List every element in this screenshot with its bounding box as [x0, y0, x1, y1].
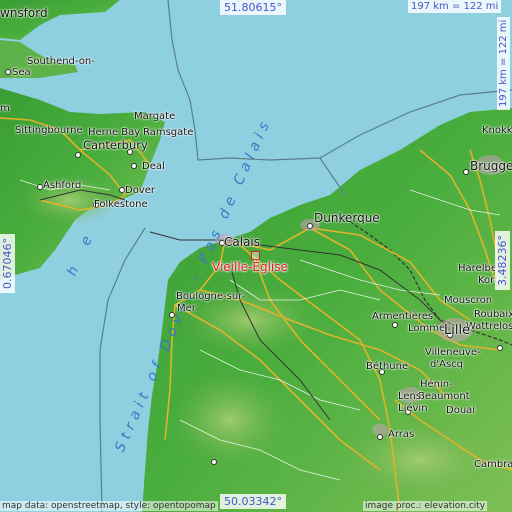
place-label: Roubaix — [474, 309, 512, 320]
credit-right: image proc.: elevation.city — [363, 501, 488, 511]
place-label: Brugge — [470, 159, 512, 173]
location-label: Vieille-Église — [212, 260, 288, 274]
place-label: m — [0, 103, 10, 114]
place-label: Arras — [388, 429, 415, 440]
place-label: d'Ascq — [430, 359, 463, 370]
place-label: Herne Bay — [88, 127, 141, 138]
place-label: Margate — [134, 111, 176, 122]
place-label: Ashford — [43, 180, 82, 191]
place-label: Liévin — [398, 403, 428, 414]
place-label: Boulogne-sur- — [176, 291, 246, 302]
place-label: Lomme — [408, 323, 446, 334]
place-label: Villeneuve- — [425, 347, 481, 358]
credit-left: map data: openstreetmap, style: opentopo… — [0, 501, 218, 511]
place-label: Douai — [446, 405, 476, 416]
place-label: Knokke — [482, 125, 512, 136]
place-label: Dover — [125, 185, 155, 196]
place-label: Calais — [224, 235, 261, 249]
place-label: Béthune — [366, 361, 409, 372]
place-label: Mer — [177, 303, 196, 314]
place-label: wnsford — [0, 6, 48, 20]
southern-hills — [170, 370, 290, 470]
place-label: Mouscron — [444, 295, 493, 306]
place-label: Dunkerque — [314, 211, 380, 225]
place-label: Wattrelos — [466, 321, 512, 332]
place-label: Sea — [12, 67, 31, 78]
place-label: Lens — [398, 391, 422, 402]
place-label: Lille — [444, 323, 471, 338]
place-label: Ramsgate — [143, 127, 194, 138]
place-label: Armentières — [372, 311, 434, 322]
coord-bottom: 50.03342° — [220, 494, 286, 509]
scale-top: 197 km = 122 mi — [408, 0, 502, 13]
elevation-map[interactable]: Strait of Dover - Pas de Calais h e wnsf… — [0, 0, 512, 512]
coord-top: 51.80615° — [220, 0, 286, 15]
place-label: Sittingbourne — [15, 125, 83, 136]
location-marker[interactable] — [251, 251, 260, 260]
place-label: Canterbury — [83, 138, 148, 152]
coord-right: 3.48236° — [495, 231, 510, 290]
place-label: Folkestone — [94, 199, 148, 210]
coord-left: 0.67046° — [0, 234, 15, 293]
place-label: Southend-on- — [27, 56, 95, 67]
scale-right: 197 km = 122 mi — [497, 16, 510, 110]
place-label: Cambrai — [474, 459, 512, 470]
place-label: Beaumont — [418, 391, 470, 402]
place-label: Deal — [142, 161, 165, 172]
place-label: Hénin- — [420, 379, 453, 390]
